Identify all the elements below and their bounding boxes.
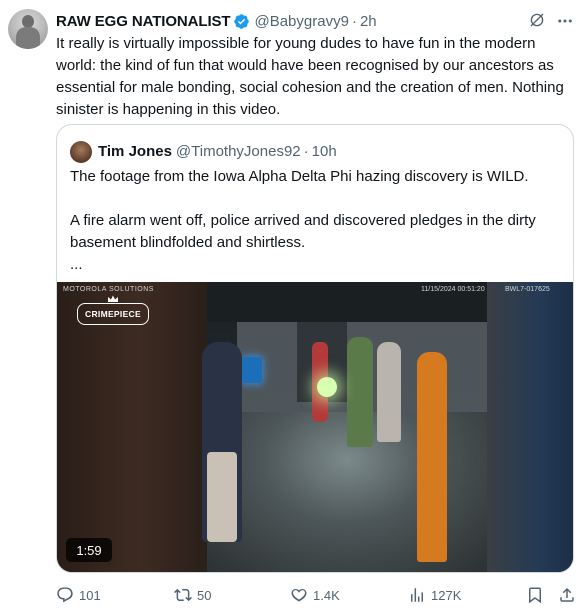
video-scene-person (417, 352, 447, 562)
share-icon (560, 587, 574, 602)
like-icon (291, 588, 307, 602)
quote-time[interactable]: 10h (312, 143, 337, 160)
repost-icon (174, 588, 192, 602)
video-scene-person-leg (207, 452, 237, 542)
verified-badge-icon (234, 13, 250, 29)
tweet-header: RAW EGG NATIONALIST @Babygravy9 · 2h (56, 11, 377, 31)
views-icon (411, 588, 423, 602)
video-timestamp-overlay: 11/15/2024 00:51:20 (421, 286, 485, 293)
video-watermark: CRIMEPIECE (77, 303, 149, 325)
like-count: 1.4K (313, 587, 340, 603)
video-scene-person (347, 337, 373, 447)
repost-button[interactable]: 50 (174, 584, 211, 606)
quoted-tweet[interactable]: Tim Jones @TimothyJones92 · 10h The foot… (56, 124, 574, 573)
action-bar: 101 50 1.4K 127K (56, 584, 578, 608)
author-name[interactable]: RAW EGG NATIONALIST (56, 13, 231, 30)
video-scene-person (377, 342, 401, 442)
video-scene-speaker (242, 357, 262, 383)
tweet-time[interactable]: 2h (360, 13, 377, 30)
tweet: RAW EGG NATIONALIST @Babygravy9 · 2h It … (0, 0, 586, 615)
video-duration: 1:59 (66, 538, 112, 562)
video-camera-id-overlay: BWL7-017625 (505, 286, 550, 293)
video-scene-light (317, 377, 337, 397)
reply-icon (57, 587, 73, 603)
more-icon[interactable] (555, 12, 575, 30)
bookmark-icon (529, 587, 541, 604)
quote-author-handle[interactable]: @TimothyJones92 (176, 143, 301, 160)
separator-dot: · (351, 12, 357, 30)
views-count: 127K (431, 587, 462, 603)
video-scene-right-wall (487, 282, 573, 572)
quote-author-name[interactable]: Tim Jones (98, 143, 172, 160)
share-button[interactable] (558, 584, 581, 606)
video-brand-overlay: MOTOROLA SOLUTIONS (63, 286, 154, 293)
quote-text: The footage from the Iowa Alpha Delta Ph… (70, 168, 536, 273)
quote-header: Tim Jones @TimothyJones92 · 10h (98, 141, 337, 161)
reply-button[interactable]: 101 (56, 584, 101, 606)
video-player[interactable]: MOTOROLA SOLUTIONS 11/15/2024 00:51:20 B… (57, 282, 573, 572)
reply-count: 101 (79, 587, 101, 603)
tweet-text: It really is virtually impossible for yo… (56, 35, 564, 118)
like-button[interactable]: 1.4K (290, 584, 340, 606)
repost-count: 50 (197, 587, 212, 603)
grok-icon[interactable] (528, 11, 546, 29)
avatar[interactable] (8, 9, 48, 49)
views-button[interactable]: 127K (408, 584, 461, 606)
bookmark-button[interactable] (526, 584, 549, 606)
quote-avatar[interactable] (70, 141, 92, 163)
quote-separator-dot: · (303, 142, 309, 160)
video-scene-left-wall (57, 282, 207, 572)
author-handle[interactable]: @Babygravy9 (254, 13, 348, 30)
